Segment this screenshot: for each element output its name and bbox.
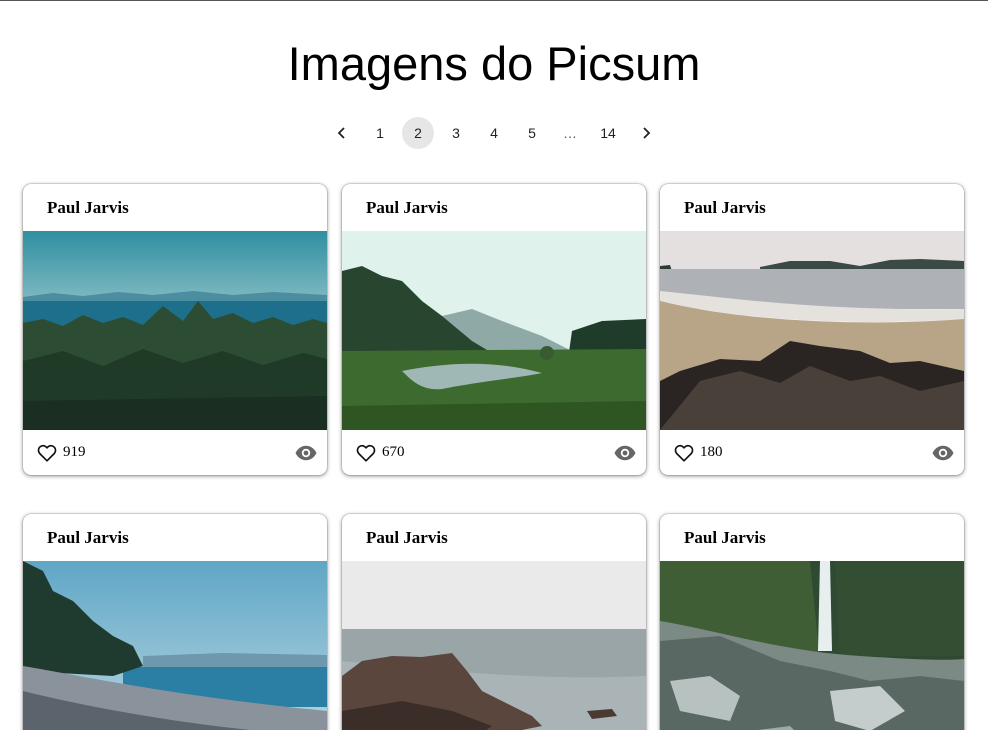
- pagination: 1 2 3 4 5 … 14: [0, 117, 988, 149]
- photo-image[interactable]: [342, 561, 646, 730]
- pagination-ellipsis: …: [563, 125, 577, 141]
- heart-outline-icon: [37, 444, 57, 462]
- eye-icon: [932, 445, 954, 460]
- pagination-page-3[interactable]: 3: [440, 117, 472, 149]
- pagination-page-5[interactable]: 5: [516, 117, 548, 149]
- card-author: Paul Jarvis: [47, 528, 129, 547]
- photo-card: Paul Jarvis: [660, 514, 964, 730]
- like-button[interactable]: 670: [355, 442, 405, 464]
- pagination-page-4[interactable]: 4: [478, 117, 510, 149]
- chevron-right-icon: [643, 127, 651, 139]
- like-button[interactable]: 919: [36, 442, 86, 464]
- view-button[interactable]: [293, 440, 319, 466]
- photo-image[interactable]: [23, 231, 327, 430]
- card-author: Paul Jarvis: [684, 198, 766, 217]
- photo-card: Paul Jarvis: [342, 514, 646, 730]
- card-footer: 919: [23, 430, 327, 475]
- pagination-page-2-current[interactable]: 2: [402, 117, 434, 149]
- like-count: 180: [700, 444, 723, 460]
- eye-icon: [614, 445, 636, 460]
- window-top-border: [0, 0, 988, 1]
- view-button[interactable]: [930, 440, 956, 466]
- page-title: Imagens do Picsum: [287, 37, 701, 90]
- card-author: Paul Jarvis: [47, 198, 129, 217]
- card-footer: 670: [342, 430, 646, 475]
- heart-outline-icon: [674, 444, 694, 462]
- photo-card: Paul Jarvis: [23, 514, 327, 730]
- card-author: Paul Jarvis: [684, 528, 766, 547]
- photo-card: Paul Jarvis 670: [342, 184, 646, 475]
- card-footer: 180: [660, 430, 964, 475]
- heart-outline-icon: [356, 444, 376, 462]
- pagination-next-button[interactable]: [630, 117, 662, 149]
- card-author: Paul Jarvis: [366, 528, 448, 547]
- pagination-page-14[interactable]: 14: [592, 117, 624, 149]
- chevron-left-icon: [337, 127, 345, 139]
- pagination-prev-button[interactable]: [326, 117, 358, 149]
- like-count: 670: [382, 444, 405, 460]
- photo-image[interactable]: [660, 561, 964, 730]
- photo-image[interactable]: [660, 231, 964, 430]
- photo-card: Paul Jarvis 919: [23, 184, 327, 475]
- like-button[interactable]: 180: [673, 442, 723, 464]
- card-author: Paul Jarvis: [366, 198, 448, 217]
- like-count: 919: [63, 444, 86, 460]
- photo-image[interactable]: [342, 231, 646, 430]
- photo-image[interactable]: [23, 561, 327, 730]
- photo-card: Paul Jarvis 180: [660, 184, 964, 475]
- view-button[interactable]: [612, 440, 638, 466]
- pagination-page-1[interactable]: 1: [364, 117, 396, 149]
- eye-icon: [295, 445, 317, 460]
